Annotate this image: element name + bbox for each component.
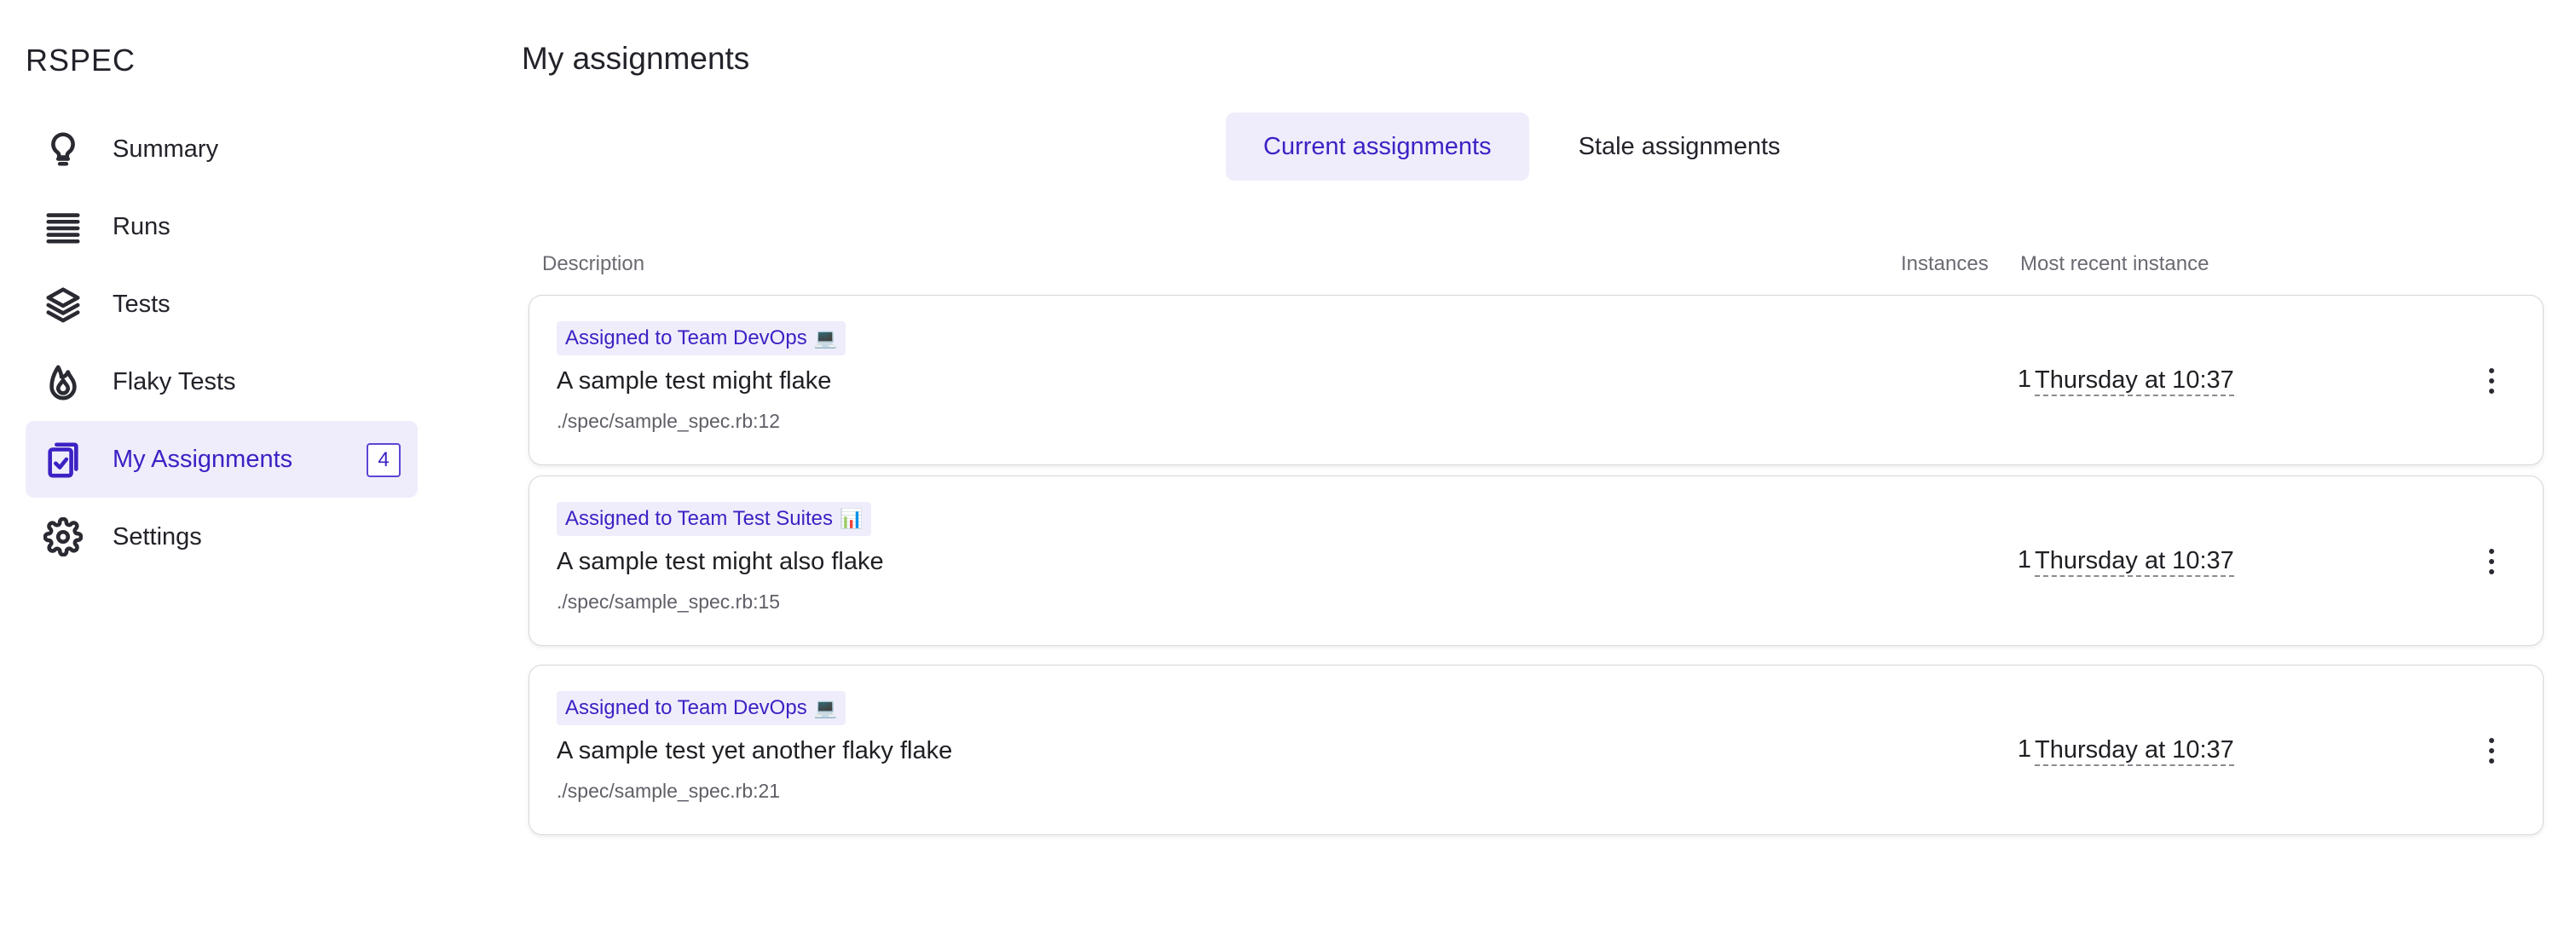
assignment-tabs: Current assignments Stale assignments — [1226, 112, 1818, 181]
tab-stale-assignments[interactable]: Stale assignments — [1541, 112, 1818, 181]
page-title: My assignments — [522, 41, 750, 76]
test-description: A sample test yet another flaky flake — [557, 737, 953, 764]
laptop-icon: 💻 — [813, 327, 838, 349]
column-header-instances: Instances — [1901, 252, 1989, 275]
most-recent-instance-time[interactable]: Thursday at 10:37 — [2035, 546, 2234, 577]
most-recent-instance-time[interactable]: Thursday at 10:37 — [2035, 366, 2234, 396]
list-lines-icon — [43, 206, 84, 247]
assignment-row[interactable]: Assigned to Team Test Suites 📊 A sample … — [528, 476, 2544, 646]
flame-icon — [43, 361, 84, 402]
lightbulb-icon — [43, 129, 84, 170]
tab-current-assignments[interactable]: Current assignments — [1226, 112, 1529, 181]
most-recent-instance-time[interactable]: Thursday at 10:37 — [2035, 735, 2234, 766]
assignment-list: Assigned to Team DevOps 💻 A sample test … — [528, 295, 2544, 845]
test-description: A sample test might flake — [557, 367, 832, 395]
sidebar-item-tests[interactable]: Tests — [26, 266, 418, 343]
sidebar-item-runs[interactable]: Runs — [26, 188, 418, 265]
assignment-row[interactable]: Assigned to Team DevOps 💻 A sample test … — [528, 665, 2544, 835]
app-root: RSPEC Summary Runs Tests Flaky Tests My … — [0, 0, 2576, 951]
assignee-badge: Assigned to Team Test Suites 📊 — [557, 502, 872, 536]
column-header-description: Description — [542, 252, 645, 275]
sidebar-item-label: My Assignments — [113, 445, 293, 473]
instances-count: 1 — [2017, 366, 2031, 393]
assignments-count-badge: 4 — [367, 443, 401, 477]
sidebar-item-settings[interactable]: Settings — [26, 499, 418, 575]
laptop-icon: 💻 — [813, 697, 838, 718]
sidebar-item-label: Flaky Tests — [113, 367, 236, 395]
sidebar-item-my-assignments[interactable]: My Assignments 4 — [26, 421, 418, 498]
test-file-path: ./spec/sample_spec.rb:15 — [557, 591, 781, 613]
more-options-icon[interactable] — [2475, 543, 2509, 580]
sidebar-item-label: Settings — [113, 522, 202, 550]
assignee-label: Assigned to Team Test Suites — [565, 507, 833, 530]
instances-count: 1 — [2017, 735, 2031, 763]
sidebar-item-label: Tests — [113, 290, 170, 318]
clipboard-check-icon — [43, 439, 84, 480]
more-options-icon[interactable] — [2475, 732, 2509, 769]
column-header-most-recent: Most recent instance — [2020, 252, 2209, 275]
test-file-path: ./spec/sample_spec.rb:21 — [557, 780, 781, 802]
gear-icon — [43, 516, 84, 557]
bar-chart-icon: 📊 — [839, 508, 863, 529]
sidebar-item-flaky-tests[interactable]: Flaky Tests — [26, 343, 418, 420]
test-file-path: ./spec/sample_spec.rb:12 — [557, 410, 781, 432]
sidebar-item-label: Summary — [113, 135, 219, 163]
assignee-label: Assigned to Team DevOps — [565, 326, 807, 349]
layers-icon — [43, 284, 84, 325]
assignee-badge: Assigned to Team DevOps 💻 — [557, 321, 846, 355]
more-options-icon[interactable] — [2475, 362, 2509, 400]
sidebar-nav: Summary Runs Tests Flaky Tests My Assign… — [26, 111, 418, 575]
assignee-badge: Assigned to Team DevOps 💻 — [557, 691, 846, 725]
sidebar: RSPEC Summary Runs Tests Flaky Tests My … — [0, 0, 443, 951]
test-description: A sample test might also flake — [557, 548, 884, 575]
sidebar-item-label: Runs — [113, 212, 170, 240]
instances-count: 1 — [2017, 546, 2031, 573]
assignment-row[interactable]: Assigned to Team DevOps 💻 A sample test … — [528, 295, 2544, 465]
sidebar-item-summary[interactable]: Summary — [26, 111, 418, 187]
assignee-label: Assigned to Team DevOps — [565, 696, 807, 719]
brand-title: RSPEC — [26, 43, 136, 78]
